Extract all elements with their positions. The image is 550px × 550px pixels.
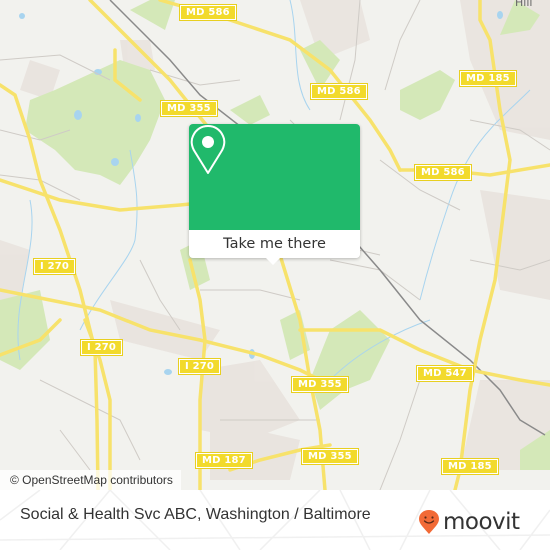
road-shield-md-355: MD 355 xyxy=(160,100,218,117)
road-shield-md-586: MD 586 xyxy=(179,4,237,21)
road-shield-md-586: MD 586 xyxy=(414,164,472,181)
road-shield-md-586: MD 586 xyxy=(310,83,368,100)
road-shield-md-355: MD 355 xyxy=(291,376,349,393)
road-shield-i-270: I 270 xyxy=(177,358,222,375)
road-shield-md-187: MD 187 xyxy=(195,452,253,469)
road-shield-md-547: MD 547 xyxy=(416,365,474,382)
popup-pointer xyxy=(265,257,281,265)
footer-bar: Social & Health Svc ABC, Washington / Ba… xyxy=(0,490,550,550)
take-me-there-button[interactable]: Take me there xyxy=(189,230,360,258)
moovit-smile-pin-icon xyxy=(419,510,439,534)
moovit-logo[interactable]: moovit xyxy=(418,508,520,536)
brand-name: moovit xyxy=(443,509,520,535)
popup-header xyxy=(189,124,360,230)
road-shield-md-185: MD 185 xyxy=(441,458,499,475)
place-label: Hill xyxy=(515,0,533,9)
road-shield-i-270: I 270 xyxy=(79,339,124,356)
take-me-there-popup[interactable]: Take me there xyxy=(189,124,360,265)
map-view[interactable]: MD 586 MD 586 MD 586 MD 185 MD 355 I 270… xyxy=(0,0,550,490)
map-attribution[interactable]: © OpenStreetMap contributors xyxy=(0,470,181,490)
road-shield-i-270: I 270 xyxy=(32,258,77,275)
place-title: Social & Health Svc ABC, Washington / Ba… xyxy=(20,506,371,523)
road-shield-md-185: MD 185 xyxy=(459,70,517,87)
map-pin-icon xyxy=(190,125,226,174)
road-shield-md-355: MD 355 xyxy=(301,448,359,465)
